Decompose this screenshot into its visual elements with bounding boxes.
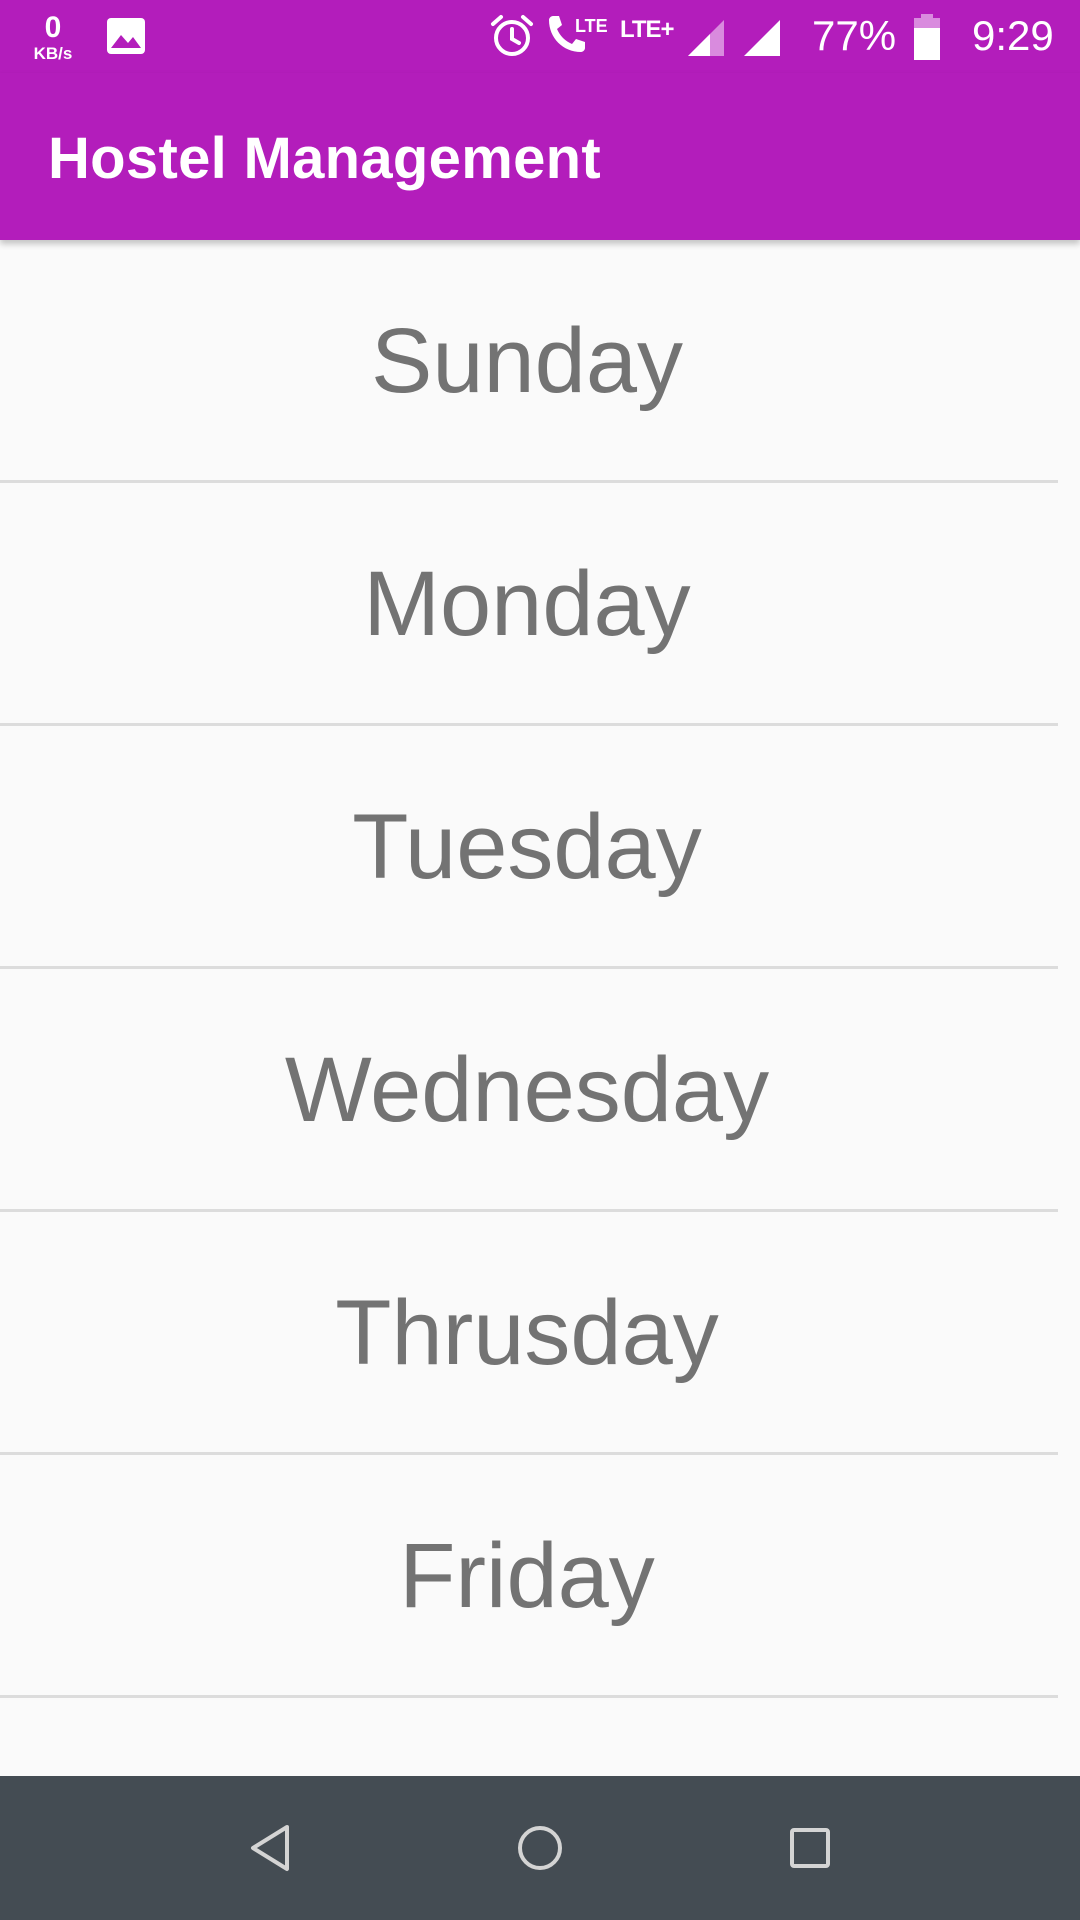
list-item-monday[interactable]: Monday: [0, 483, 1080, 726]
day-label: Sunday: [370, 310, 684, 412]
battery-percentage: 77%: [812, 12, 897, 59]
day-label: Friday: [399, 1525, 655, 1627]
clock-time: 9:29: [972, 12, 1054, 59]
call-label: LTE: [575, 16, 608, 36]
home-icon[interactable]: [508, 1816, 572, 1880]
recents-icon[interactable]: [778, 1816, 842, 1880]
day-label: Wednesday: [284, 1039, 770, 1141]
status-bar: 0 KB/s LTE LTE+ 77% 9:29: [0, 0, 1080, 73]
back-icon[interactable]: [238, 1816, 302, 1880]
signal-icon: [686, 18, 726, 58]
gallery-icon: [104, 14, 148, 58]
day-label: Tuesday: [352, 796, 702, 898]
signal-icon: [742, 18, 782, 58]
day-list[interactable]: Sunday Monday Tuesday Wednesday Thrusday…: [0, 240, 1080, 1776]
app-bar: Hostel Management: [0, 73, 1080, 240]
app-title: Hostel Management: [48, 126, 601, 191]
screen: 0 KB/s LTE LTE+ 77% 9:29 Hostel Manageme…: [0, 0, 1080, 1920]
list-item-partial[interactable]: [0, 1698, 1080, 1776]
list-item-wednesday[interactable]: Wednesday: [0, 969, 1080, 1212]
network-speed-value: 0: [44, 10, 62, 44]
network-type-label: LTE+: [620, 16, 675, 43]
list-item-friday[interactable]: Friday: [0, 1455, 1080, 1698]
network-speed-unit: KB/s: [33, 43, 73, 63]
list-item-tuesday[interactable]: Tuesday: [0, 726, 1080, 969]
day-label: Monday: [363, 553, 691, 655]
navigation-bar: [0, 1776, 1080, 1920]
network-speed-indicator: 0 KB/s: [24, 8, 82, 66]
battery-icon: [912, 14, 942, 60]
day-label: Thrusday: [335, 1282, 719, 1384]
list-item-sunday[interactable]: Sunday: [0, 240, 1080, 483]
volte-call-icon: LTE: [543, 10, 609, 62]
list-item-thursday[interactable]: Thrusday: [0, 1212, 1080, 1455]
alarm-icon: [488, 12, 536, 60]
